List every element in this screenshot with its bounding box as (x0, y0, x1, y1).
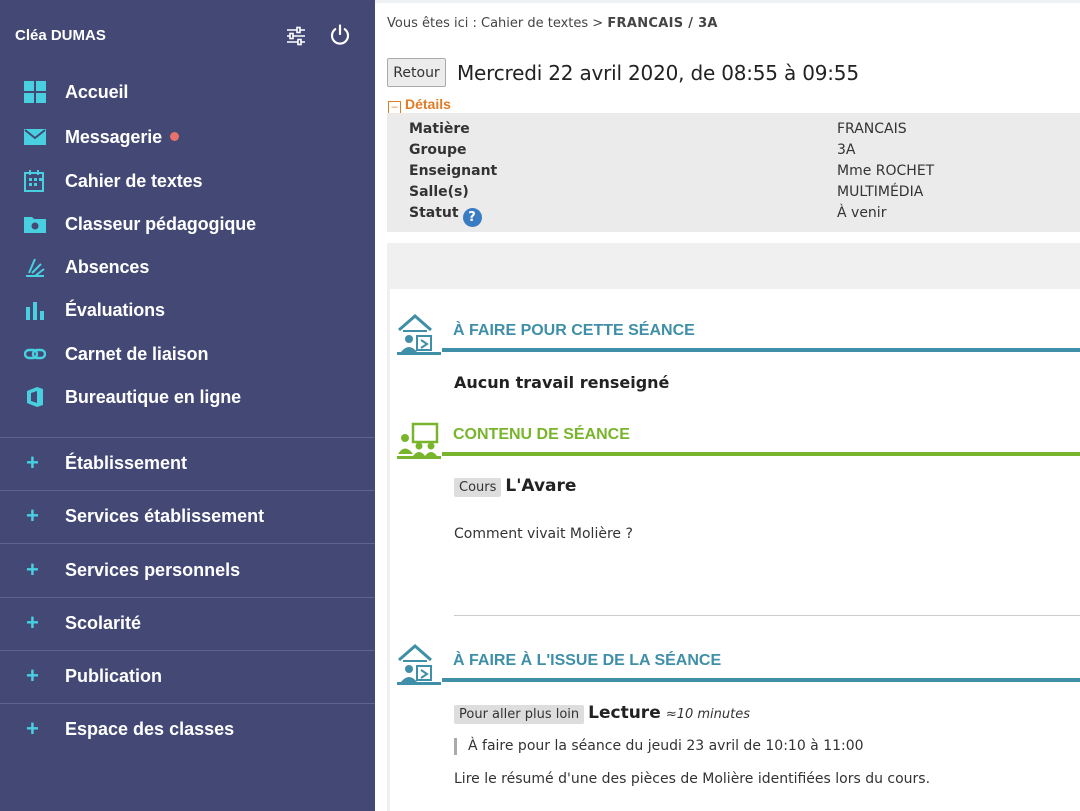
detail-row-enseignant: Enseignant Mme ROCHET (409, 163, 1069, 183)
plus-icon: + (26, 450, 39, 475)
nav-item-absences[interactable]: Absences (0, 249, 375, 285)
nav-item-messagerie[interactable]: Messagerie (0, 119, 375, 155)
session-title: Mercredi 22 avril 2020, de 08:55 à 09:55 (457, 61, 859, 85)
section-etablissement[interactable]: + Établissement (0, 438, 375, 491)
detail-row-matiere: Matière FRANCAIS (409, 121, 1069, 141)
section-header-todo-after: À FAIRE À L'ISSUE DE LA SÉANCE (395, 642, 1080, 688)
section-underline (442, 452, 1080, 456)
detail-key: Statut? (409, 205, 482, 227)
section-scolarite[interactable]: + Scolarité (0, 598, 375, 651)
section-underline (442, 348, 1080, 352)
detail-row-statut: Statut? À venir (409, 205, 1069, 227)
nav-item-label: Absences (65, 257, 150, 277)
unread-dot (170, 132, 179, 141)
detail-value: FRANCAIS (837, 121, 907, 137)
detail-value: 3A (837, 142, 856, 158)
homework-item: Pour aller plus loin Lecture ≈10 minutes (454, 703, 750, 724)
homework-duration: ≈10 minutes (665, 707, 751, 722)
detail-key-label: Statut (409, 205, 459, 221)
homework-title: Lecture (588, 703, 661, 723)
nav-item-label: Classeur pédagogique (65, 214, 257, 234)
section-header-content: CONTENU DE SÉANCE (395, 416, 1080, 462)
office-icon (27, 387, 43, 407)
section-underline (442, 678, 1080, 682)
calendar-book-icon (24, 170, 44, 192)
content-card (390, 289, 1080, 811)
power-icon[interactable] (328, 23, 352, 47)
nav-item-bureautique[interactable]: Bureautique en ligne (0, 379, 375, 415)
section-espace-des-classes[interactable]: + Espace des classes (0, 704, 375, 757)
section-label: Espace des classes (65, 719, 235, 739)
plus-icon: + (26, 503, 39, 528)
lesson-description: Comment vivait Molière ? (454, 526, 633, 542)
section-header-todo-before: À FAIRE POUR CETTE SÉANCE (395, 312, 1080, 358)
section-services-personnels[interactable]: + Services personnels (0, 545, 375, 598)
plus-icon: + (26, 663, 39, 688)
settings-sliders-icon[interactable] (285, 25, 307, 47)
section-label: Services personnels (65, 560, 241, 580)
nav-item-label: Bureautique en ligne (65, 387, 242, 407)
detail-value: MULTIMÉDIA (837, 184, 924, 200)
main-content: Vous êtes ici : Cahier de textes > FRANC… (375, 0, 1080, 811)
breadcrumb: Vous êtes ici : Cahier de textes > FRANC… (387, 16, 718, 31)
detail-row-salles: Salle(s) MULTIMÉDIA (409, 184, 1069, 204)
link-icon (24, 348, 46, 360)
lesson-item: Cours L'Avare (454, 476, 576, 497)
nav-item-label: Messagerie (65, 127, 163, 147)
envelope-icon (24, 129, 46, 145)
nav-item-classeur-pedagogique[interactable]: Classeur pédagogique (0, 206, 375, 242)
absences-icon (26, 258, 45, 277)
section-label: Services établissement (65, 506, 265, 526)
nav-item-label: Cahier de textes (65, 171, 203, 191)
divider (454, 615, 1080, 616)
classroom-icon (397, 422, 441, 459)
section-title: CONTENU DE SÉANCE (453, 426, 630, 443)
nav-item-cahier-de-textes[interactable]: Cahier de textes (0, 163, 375, 199)
user-row: Cléa DUMAS (15, 24, 360, 47)
homework-icon (397, 314, 441, 355)
detail-value: Mme ROCHET (837, 163, 935, 179)
breadcrumb-current: FRANCAIS / 3A (607, 16, 718, 31)
details-toggle[interactable]: – Détails (388, 96, 451, 114)
lesson-type-tag: Cours (454, 478, 502, 497)
nav-item-carnet-de-liaison[interactable]: Carnet de liaison (0, 336, 375, 372)
no-work-text: Aucun travail renseigné (454, 373, 670, 392)
plus-icon: + (26, 610, 39, 635)
homework-type-tag: Pour aller plus loin (454, 705, 585, 724)
detail-key: Matière (409, 121, 470, 137)
section-label: Établissement (65, 453, 188, 473)
nav-item-label: Accueil (65, 82, 129, 102)
breadcrumb-path: Vous êtes ici : Cahier de textes > (387, 16, 608, 31)
detail-value: À venir (837, 205, 887, 221)
detail-key: Groupe (409, 142, 467, 158)
section-publication[interactable]: + Publication (0, 651, 375, 704)
nav-item-evaluations[interactable]: Évaluations (0, 292, 375, 328)
folder-icon (24, 217, 46, 233)
nav-item-label: Évaluations (65, 300, 165, 320)
user-name: Cléa DUMAS (15, 27, 106, 44)
nav-item-label: Carnet de liaison (65, 344, 209, 364)
dashboard-grid-icon (24, 81, 46, 103)
details-panel: Matière FRANCAIS Groupe 3A Enseignant Mm… (387, 113, 1080, 235)
plus-icon: + (26, 716, 39, 741)
details-toggle-label: Détails (405, 96, 451, 112)
bar-chart-icon (26, 302, 44, 320)
section-label: Scolarité (65, 613, 142, 633)
section-title: À FAIRE POUR CETTE SÉANCE (453, 322, 695, 339)
homework-due-date: À faire pour la séance du jeudi 23 avril… (454, 738, 864, 755)
nav-item-accueil[interactable]: Accueil (0, 74, 375, 110)
detail-key: Enseignant (409, 163, 498, 179)
section-label: Publication (65, 666, 163, 686)
section-title: À FAIRE À L'ISSUE DE LA SÉANCE (453, 652, 722, 669)
section-services-etablissement[interactable]: + Services établissement (0, 491, 375, 544)
lesson-title: L'Avare (505, 476, 577, 496)
homework-icon (397, 644, 441, 685)
detail-key: Salle(s) (409, 184, 469, 200)
plus-icon: + (26, 557, 39, 582)
back-button[interactable]: Retour (387, 58, 446, 87)
detail-row-groupe: Groupe 3A (409, 142, 1069, 162)
help-icon[interactable]: ? (462, 208, 482, 227)
sidebar: Cléa DUMAS Accueil Messagerie Cahier de … (0, 0, 375, 811)
homework-description: Lire le résumé d'une des pièces de Moliè… (454, 771, 931, 787)
